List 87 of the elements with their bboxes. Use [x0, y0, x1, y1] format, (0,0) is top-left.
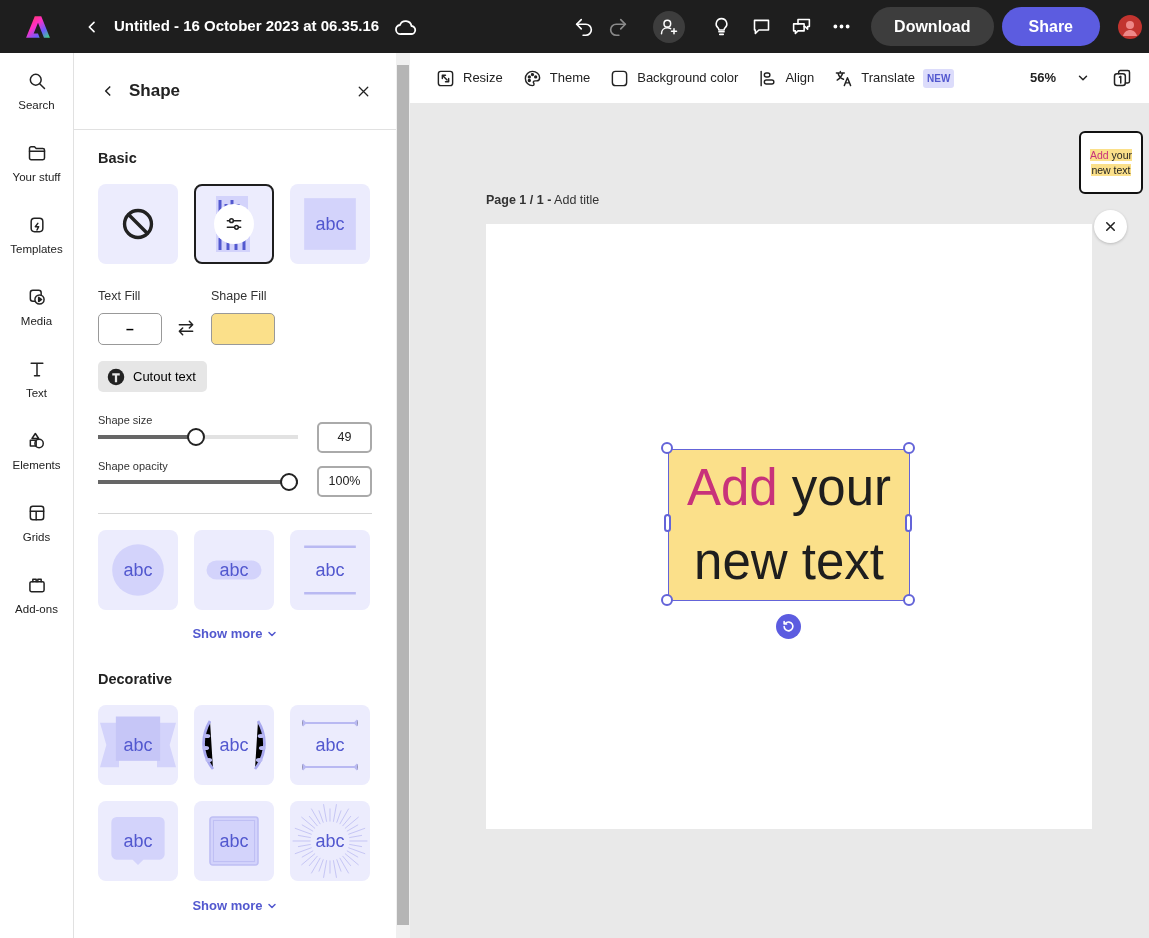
- folder-icon: [26, 143, 47, 163]
- shape-style-tile[interactable]: abc: [98, 801, 178, 882]
- new-badge: NEW: [923, 68, 955, 88]
- resize-handle[interactable]: [661, 594, 673, 606]
- resize-handle[interactable]: [661, 442, 673, 454]
- shape-style-tile[interactable]: abc: [290, 801, 370, 882]
- sidebar-item[interactable]: Text: [0, 353, 74, 425]
- sample-text: abc: [219, 736, 249, 755]
- shape-style-tile[interactable]: abc: [290, 705, 370, 786]
- avatar-icon[interactable]: [1118, 14, 1142, 39]
- pill-shape: [204, 558, 264, 583]
- value-field[interactable]: 49: [317, 421, 372, 453]
- resize-icon: [436, 68, 455, 88]
- toolbar-button[interactable]: Resize: [436, 68, 503, 88]
- sample-text: abc: [123, 561, 153, 580]
- side-handle[interactable]: [664, 514, 671, 532]
- sidebar-item[interactable]: Elements: [0, 425, 74, 497]
- comments-icon[interactable]: [791, 16, 813, 37]
- page-label: Page 1 / 1 - Add title: [486, 192, 600, 209]
- sample-text: abc: [315, 561, 345, 580]
- shape-style-tile[interactable]: abc: [290, 184, 370, 265]
- app-logo-icon[interactable]: [25, 13, 51, 40]
- show-more-link[interactable]: Show more: [186, 623, 284, 645]
- shape-style-tile[interactable]: abc: [194, 705, 274, 786]
- sample-text: abc: [219, 832, 249, 851]
- show-more-link[interactable]: Show more: [186, 895, 284, 917]
- invite-button[interactable]: [653, 10, 686, 43]
- shape-fill-swatch[interactable]: [211, 313, 275, 346]
- rotate-icon: [781, 619, 796, 634]
- sidebar-item[interactable]: Media: [0, 281, 74, 353]
- translate-icon: [834, 68, 854, 88]
- shape-style-tile[interactable]: abc: [98, 530, 178, 611]
- document-title: Untitled - 16 October 2023 at 06.35.16: [114, 16, 380, 37]
- sample-text: abc: [219, 561, 249, 580]
- sidebar-item[interactable]: Grids: [0, 497, 74, 569]
- resize-handle[interactable]: [903, 594, 915, 606]
- sample-text: abc: [123, 832, 153, 851]
- adjust-button[interactable]: [214, 204, 254, 245]
- palette-icon: [522, 68, 542, 88]
- toolbar-button[interactable]: Theme: [522, 68, 591, 88]
- cutout-text-button[interactable]: Cutout text: [98, 361, 207, 393]
- text-fill-button[interactable]: –: [98, 313, 162, 346]
- toolbar-button[interactable]: Background color: [610, 68, 739, 88]
- pages-icon[interactable]: [1112, 68, 1132, 88]
- shape-style-tile[interactable]: [98, 184, 178, 265]
- thumbnail-text: Add your new text: [1090, 147, 1132, 178]
- section-heading: Basic: [98, 150, 138, 168]
- side-handle[interactable]: [905, 514, 912, 532]
- close-icon: [1103, 219, 1118, 234]
- shape-style-tile[interactable]: abc: [194, 801, 274, 882]
- slider-label: Shape opacity: [98, 458, 169, 474]
- page-thumbnail[interactable]: Add your new text: [1079, 131, 1143, 194]
- download-button[interactable]: Download: [871, 7, 994, 46]
- sample-text: abc: [315, 215, 345, 234]
- toolbar-button[interactable]: Translate NEW: [834, 68, 955, 88]
- slider-label: Shape size: [98, 413, 154, 429]
- rotate-handle[interactable]: [776, 614, 801, 639]
- sample-text: abc: [315, 832, 345, 851]
- canvas-text: Add your new text: [686, 458, 892, 592]
- value-field[interactable]: 100%: [317, 466, 372, 498]
- field-label: Text Fill: [98, 288, 142, 306]
- toolbar-button[interactable]: Align: [758, 68, 815, 88]
- text-box[interactable]: Add your new text: [668, 449, 910, 601]
- panel-title: Shape: [129, 80, 182, 103]
- add-ons-icon: [26, 575, 47, 595]
- share-button[interactable]: Share: [1001, 7, 1100, 46]
- slider-thumb[interactable]: [187, 428, 206, 447]
- shape-style-tile[interactable]: abc: [194, 530, 274, 611]
- section-heading: Decorative: [98, 670, 174, 689]
- slider-thumb[interactable]: [280, 472, 298, 491]
- shape-style-tile[interactable]: abc: [98, 705, 178, 786]
- square-icon: [610, 68, 630, 88]
- shape-style-tile[interactable]: abc: [290, 530, 370, 611]
- zoom-dropdown[interactable]: 56%: [1029, 68, 1090, 88]
- scrollbar[interactable]: [396, 53, 410, 938]
- resize-handle[interactable]: [903, 442, 915, 454]
- sidebar-item[interactable]: Search: [0, 65, 74, 137]
- sample-text: abc: [123, 736, 153, 755]
- sidebar-item[interactable]: Add-ons: [0, 569, 74, 641]
- sidebar-item[interactable]: Templates: [0, 209, 74, 281]
- field-label: Shape Fill: [211, 288, 268, 306]
- shape-style-tile[interactable]: [194, 184, 274, 265]
- cutout-icon: [107, 367, 125, 386]
- sidebar-item[interactable]: Your stuff: [0, 137, 74, 209]
- none-icon: [121, 207, 155, 242]
- close-button[interactable]: [1094, 210, 1127, 243]
- sample-text: abc: [315, 736, 345, 755]
